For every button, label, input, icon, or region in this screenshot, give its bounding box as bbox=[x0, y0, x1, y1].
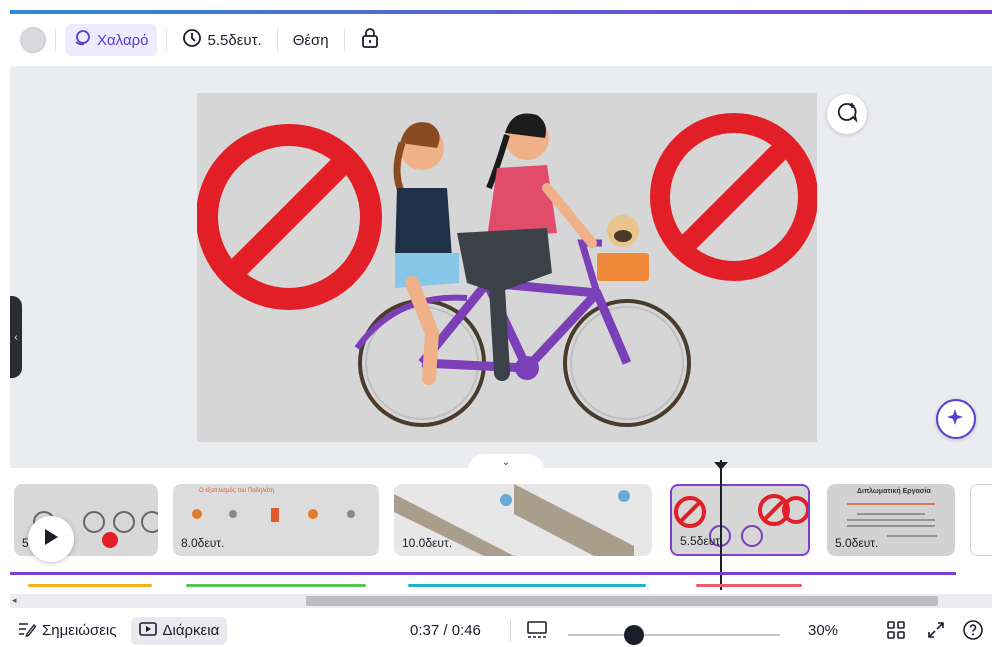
zoom-slider-track[interactable] bbox=[568, 634, 780, 636]
side-panel-toggle[interactable]: ‹ bbox=[10, 296, 22, 378]
timeline-thumbnail[interactable]: Διπλωματική Εργασία 5.0δευτ. bbox=[827, 484, 955, 556]
duration-toggle-button[interactable]: Διάρκεια bbox=[130, 616, 228, 645]
grid-view-icon[interactable] bbox=[886, 620, 906, 644]
duration-button[interactable]: 5.5δευτ. bbox=[176, 24, 268, 56]
play-icon bbox=[43, 528, 59, 551]
slide-canvas[interactable] bbox=[196, 93, 818, 442]
duration-icon bbox=[138, 621, 157, 640]
thumbnail-duration: 5.5δευτ. bbox=[680, 534, 724, 548]
chevron-down-icon: ⌄ bbox=[501, 456, 511, 468]
thumbnail-caption: Διπλωματική Εργασία bbox=[857, 488, 931, 495]
notes-icon bbox=[18, 621, 37, 641]
animation-button[interactable]: Χαλαρό bbox=[65, 24, 157, 56]
color-picker-button[interactable] bbox=[20, 27, 46, 53]
rider-girl-back-icon bbox=[393, 122, 459, 385]
zoom-label: 30% bbox=[808, 622, 839, 639]
position-button[interactable]: Θέση bbox=[287, 24, 335, 56]
no-sign-right-icon bbox=[650, 113, 818, 281]
no-sign-left-icon bbox=[196, 124, 382, 310]
collapse-timeline-button[interactable]: ⌄ bbox=[468, 454, 544, 470]
zoom-slider-handle[interactable] bbox=[624, 625, 644, 645]
time-display: 0:37 / 0:46 bbox=[410, 622, 481, 639]
timeline-playhead[interactable] bbox=[720, 460, 722, 590]
timeline-thumbnail-selected[interactable]: 5.5δευτ. bbox=[670, 484, 810, 556]
scroll-left-icon[interactable]: ◂ bbox=[12, 595, 17, 606]
segment-color-bar bbox=[408, 584, 646, 587]
divider bbox=[510, 619, 511, 642]
basket-dog-icon bbox=[597, 215, 649, 281]
comment-add-icon bbox=[836, 101, 858, 128]
lock-button[interactable] bbox=[354, 24, 386, 56]
divider bbox=[165, 28, 167, 52]
magic-assistant-button[interactable] bbox=[936, 399, 976, 439]
segment-color-bar bbox=[28, 584, 152, 587]
filmstrip-view-icon[interactable] bbox=[526, 620, 548, 644]
notes-label: Σημειώσεις bbox=[42, 622, 117, 639]
thumbnail-duration: 10.0δευτ. bbox=[402, 536, 453, 550]
bottom-bar: Σημειώσεις Διάρκεια 0:37 / 0:46 30% bbox=[10, 614, 992, 647]
fullscreen-icon[interactable] bbox=[926, 620, 946, 644]
slide-illustration bbox=[196, 113, 818, 427]
timeline-thumbnail[interactable] bbox=[970, 484, 992, 556]
timeline-thumbnail[interactable]: 10.0δευτ. bbox=[394, 484, 652, 556]
animation-icon bbox=[73, 29, 91, 51]
playhead-handle[interactable] bbox=[714, 462, 728, 470]
lock-icon bbox=[360, 27, 380, 53]
canvas-area: ‹ bbox=[10, 66, 992, 468]
duration-toggle-label: Διάρκεια bbox=[162, 622, 220, 639]
duration-label: 5.5δευτ. bbox=[207, 31, 262, 49]
play-button[interactable] bbox=[28, 516, 74, 562]
help-icon[interactable] bbox=[962, 619, 984, 645]
audio-track-bar[interactable] bbox=[10, 572, 956, 575]
divider bbox=[55, 28, 56, 52]
sparkle-icon bbox=[946, 407, 966, 432]
position-label: Θέση bbox=[292, 31, 329, 49]
thumbnail-duration: 5.0δευτ. bbox=[835, 536, 879, 550]
timeline-scroll-thumb[interactable] bbox=[306, 596, 938, 606]
thumbnail-duration: 8.0δευτ. bbox=[181, 536, 225, 550]
segment-color-bar bbox=[186, 584, 366, 587]
segment-color-bar bbox=[696, 584, 802, 587]
timeline-thumbnail[interactable]: Ο εξοπλισμός του Ποδηλάτη 8.0δευτ. bbox=[173, 484, 379, 556]
divider bbox=[343, 28, 345, 52]
toolbar: Χαλαρό 5.5δευτ. Θέση bbox=[10, 14, 992, 66]
thumbnail-caption: Ο εξοπλισμός του Ποδηλάτη bbox=[199, 488, 275, 494]
add-comment-button[interactable] bbox=[827, 94, 867, 134]
clock-icon bbox=[182, 28, 202, 52]
divider bbox=[276, 28, 278, 52]
animation-label: Χαλαρό bbox=[97, 31, 149, 49]
notes-button[interactable]: Σημειώσεις bbox=[10, 617, 125, 645]
